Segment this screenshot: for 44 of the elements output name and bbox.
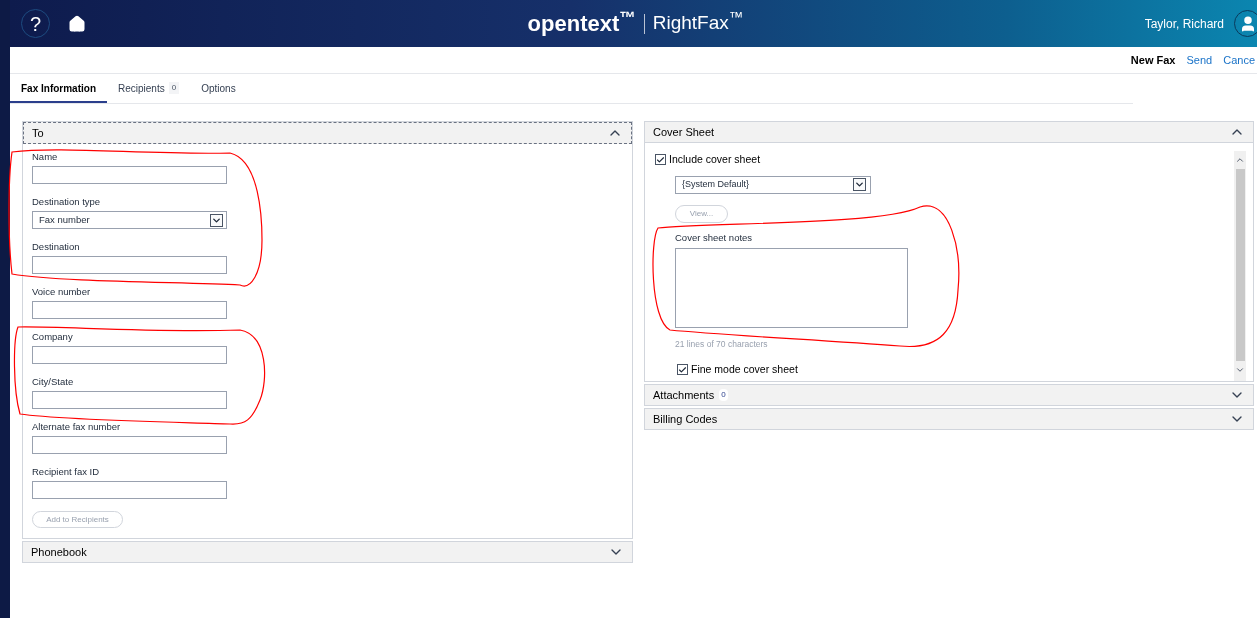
field-label: Recipient fax ID (32, 466, 101, 478)
tab[interactable]: Fax Information (10, 75, 107, 103)
section-header[interactable]: Attachments 0 (644, 384, 1254, 406)
field-label: Name (32, 151, 59, 163)
field-label: Voice number (32, 286, 92, 298)
field-label: City/State (32, 376, 75, 388)
section-header[interactable]: Cover Sheet (645, 122, 1253, 143)
logo: opentext$^{™}$ (527, 7, 636, 38)
input-field[interactable] (32, 166, 227, 184)
input-field[interactable] (32, 256, 227, 274)
notes-field[interactable] (675, 248, 908, 328)
tab[interactable]: Recipients 0 (107, 75, 191, 103)
input-field[interactable] (32, 346, 227, 364)
scroll-up-icon[interactable] (1235, 155, 1245, 165)
input-field[interactable] (32, 391, 227, 409)
page-title: New Fax (1130, 52, 1176, 68)
section-header[interactable]: Billing Codes (644, 408, 1254, 430)
hint-text: 21 lines of 70 characters (675, 338, 769, 351)
tab[interactable]: Options (190, 75, 247, 103)
field-label: Destination type (32, 196, 102, 208)
checkbox-label: Fine mode cover sheet (691, 361, 798, 377)
count-badge: 0 (168, 82, 180, 94)
section-header[interactable]: Phonebook (22, 541, 633, 563)
field-label: Company (32, 331, 74, 343)
action-link[interactable]: Send (1186, 51, 1213, 68)
count-badge: 0 (719, 389, 728, 401)
checkbox[interactable] (655, 154, 666, 166)
input-field[interactable] (32, 436, 227, 454)
checkbox-label: Include cover sheet (669, 152, 761, 167)
scrollbar[interactable] (1234, 151, 1246, 381)
select-field[interactable]: {System Default} (675, 175, 871, 194)
select-field[interactable]: Fax number (32, 211, 227, 229)
scroll-down-icon[interactable] (1235, 365, 1245, 375)
product-name: RightFax$^{™}$ (652, 9, 744, 36)
input-field[interactable] (32, 481, 227, 499)
section-header[interactable]: To (23, 122, 632, 144)
input-field[interactable] (32, 301, 227, 319)
field-label: Destination (32, 241, 81, 253)
user-name[interactable]: Taylor, Richard (1144, 14, 1224, 33)
checkbox[interactable] (677, 364, 688, 376)
action-link[interactable]: Cance (1223, 51, 1255, 68)
field-label: Cover sheet notes (675, 230, 754, 245)
home-icon[interactable] (68, 14, 86, 33)
field-label: Alternate fax number (32, 421, 122, 433)
